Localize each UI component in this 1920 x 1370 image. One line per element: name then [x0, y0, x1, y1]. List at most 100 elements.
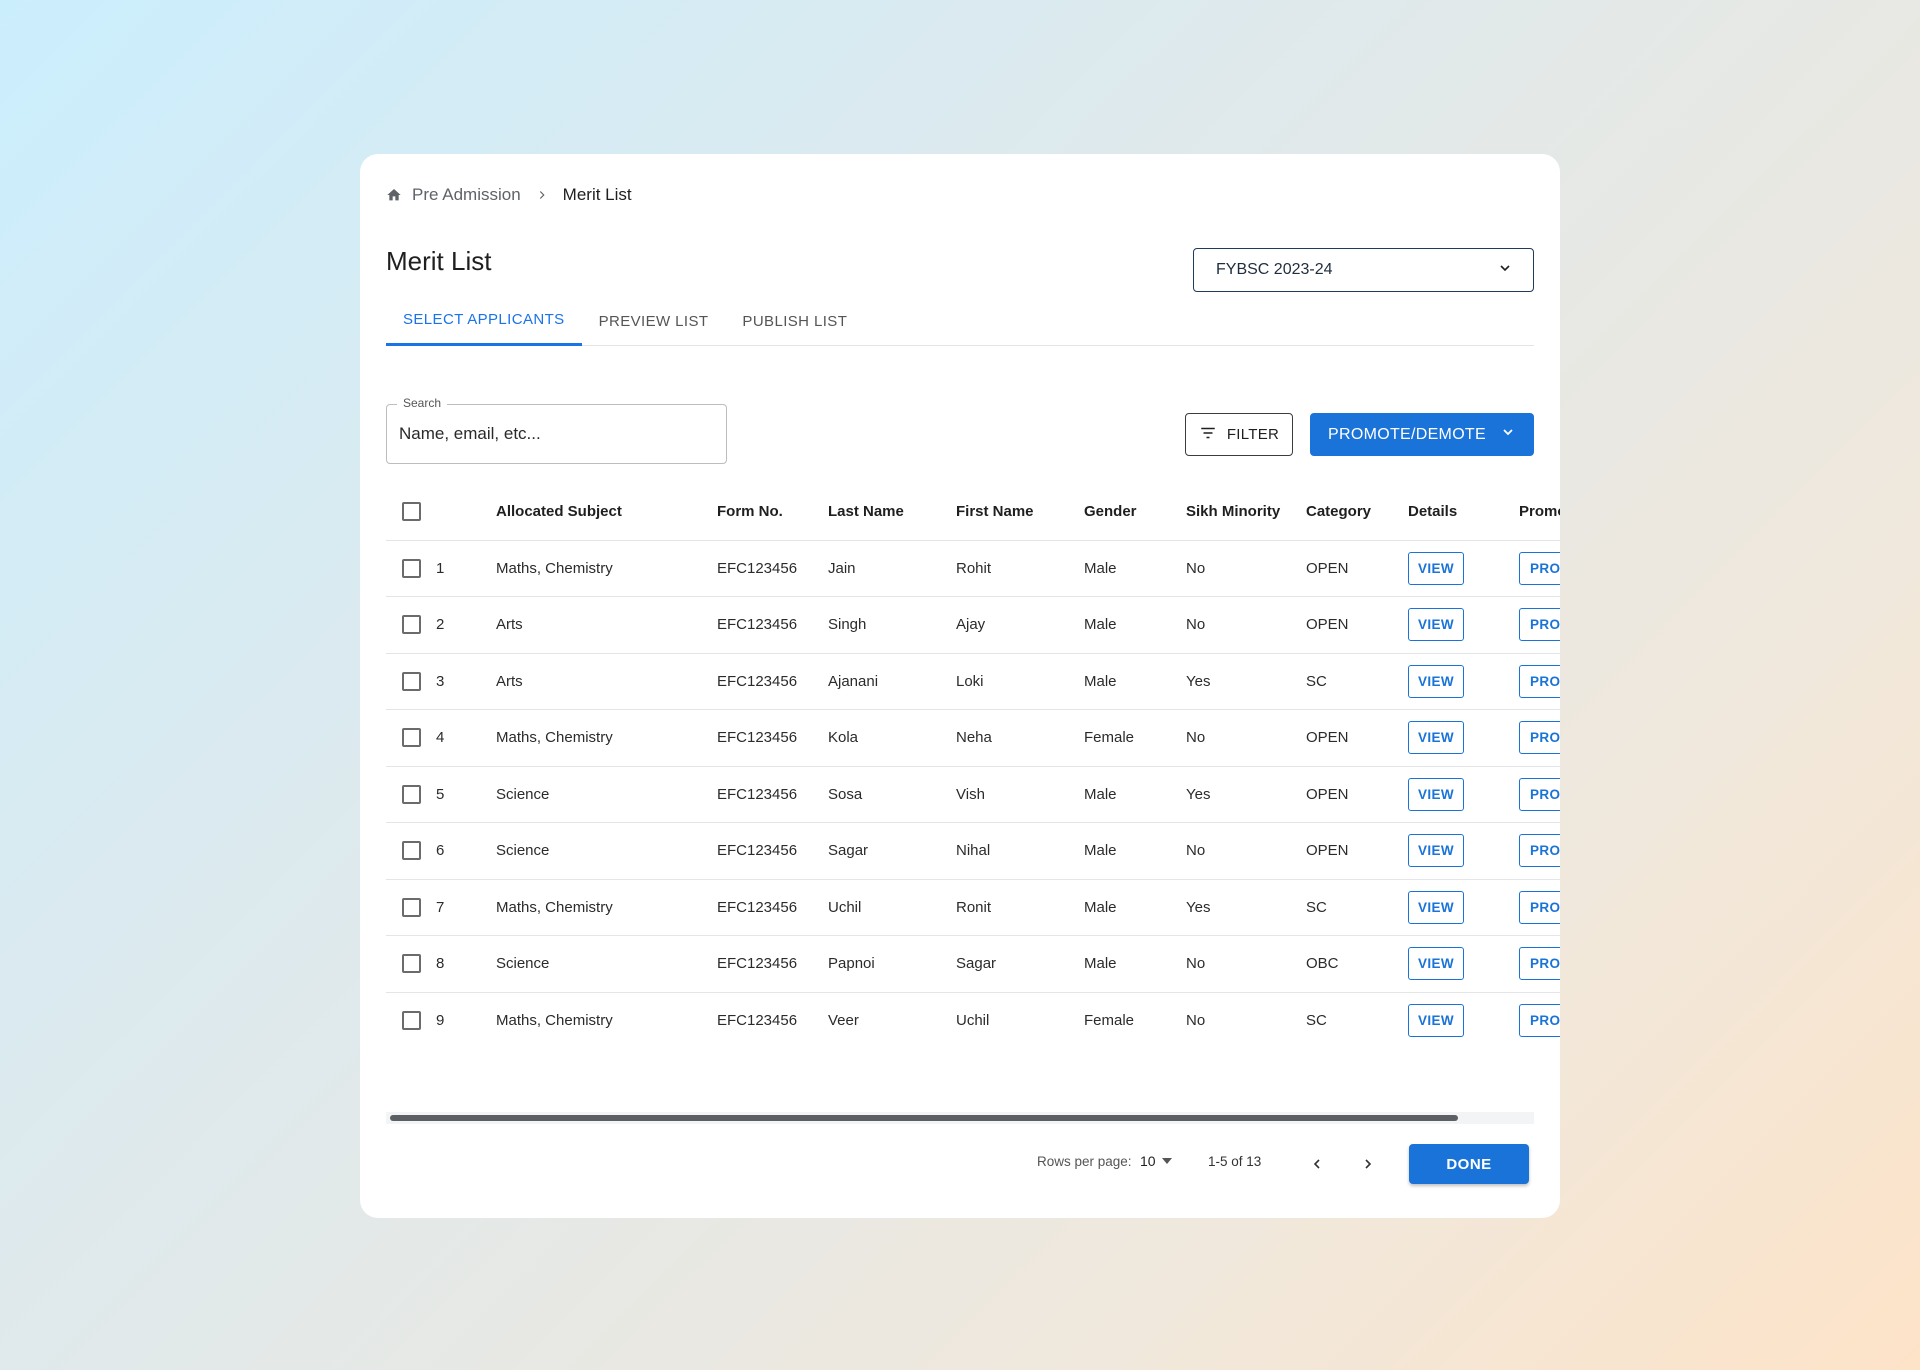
cell-allocated-subject: Arts	[496, 652, 717, 710]
pagination: Rows per page: 10 1-5 of 13 DONE	[360, 1144, 1560, 1184]
row-checkbox[interactable]	[402, 671, 421, 691]
cell-row-number: 8	[436, 935, 496, 992]
row-checkbox[interactable]	[402, 615, 421, 635]
header-category[interactable]: Category	[1306, 483, 1408, 540]
row-checkbox[interactable]	[402, 954, 421, 974]
row-checkbox[interactable]	[402, 1010, 421, 1030]
done-button[interactable]: DONE	[1409, 1144, 1529, 1184]
cell-sikh-minority: No	[1186, 991, 1306, 1043]
table-row[interactable]: 7 Maths, Chemistry EFC123456 Uchil Ronit Male…	[386, 878, 1560, 936]
header-sikh-minority[interactable]: Sikh Minority	[1186, 483, 1306, 540]
cell-sikh-minority: No	[1186, 822, 1306, 879]
search-input[interactable]	[399, 421, 709, 447]
table-row[interactable]: 1 Maths, Chemistry EFC123456 Jain Rohit Male N…	[386, 539, 1560, 597]
cell-category: OPEN	[1306, 709, 1408, 766]
cell-sikh-minority: No	[1186, 539, 1306, 597]
cell-first-name: Neha	[956, 709, 1084, 766]
view-details-button[interactable]: VIEW	[1408, 777, 1464, 811]
promote-button[interactable]: PROMOTE	[1519, 890, 1560, 924]
year-select[interactable]: FYBSC 2023-24	[1193, 248, 1534, 292]
view-details-button[interactable]: VIEW	[1408, 834, 1464, 868]
cell-gender: Female	[1084, 991, 1186, 1043]
promote-demote-label: PROMOTE/DEMOTE	[1328, 425, 1486, 443]
cell-last-name: Sosa	[828, 765, 956, 823]
view-details-button[interactable]: VIEW	[1408, 721, 1464, 755]
scrollbar-thumb[interactable]	[390, 1115, 1458, 1121]
view-details-button[interactable]: VIEW	[1408, 608, 1464, 642]
cell-last-name: Uchil	[828, 878, 956, 936]
previous-page-button[interactable]	[1305, 1152, 1329, 1176]
cell-row-number: 4	[436, 709, 496, 766]
row-checkbox[interactable]	[402, 784, 421, 804]
cell-last-name: Ajanani	[828, 652, 956, 710]
merit-list-card: Pre Admission Merit List Merit List FYBS…	[360, 154, 1560, 1218]
row-checkbox[interactable]	[402, 897, 421, 917]
row-checkbox[interactable]	[402, 558, 421, 578]
cell-last-name: Singh	[828, 596, 956, 653]
table-row[interactable]: 8 Science EFC123456 Papnoi Sagar Male No OBC VIE…	[386, 935, 1560, 992]
cell-sikh-minority: Yes	[1186, 652, 1306, 710]
cell-last-name: Sagar	[828, 822, 956, 879]
promote-button[interactable]: PROMOTE	[1519, 947, 1560, 981]
table-row[interactable]: 9 Maths, Chemistry EFC123456 Veer Uchil Femal…	[386, 991, 1560, 1043]
table-row[interactable]: 6 Science EFC123456 Sagar Nihal Male No OPEN VIE…	[386, 822, 1560, 879]
cell-allocated-subject: Maths, Chemistry	[496, 878, 717, 936]
header-promote: Promo	[1519, 502, 1560, 520]
header-last-name[interactable]: Last Name	[828, 483, 956, 540]
promote-button[interactable]: PROMOTE	[1519, 608, 1560, 642]
cell-row-number: 3	[436, 652, 496, 710]
cell-allocated-subject: Science	[496, 935, 717, 992]
header-gender[interactable]: Gender	[1084, 483, 1186, 540]
table-row[interactable]: 4 Maths, Chemistry EFC123456 Kola Neha Female…	[386, 709, 1560, 766]
filter-button[interactable]: FILTER	[1185, 413, 1293, 456]
cell-row-number: 7	[436, 878, 496, 936]
select-all-checkbox[interactable]	[402, 501, 421, 521]
cell-first-name: Ajay	[956, 596, 1084, 653]
breadcrumb-parent[interactable]: Pre Admission	[412, 185, 521, 205]
cell-category: OPEN	[1306, 539, 1408, 597]
cell-gender: Male	[1084, 822, 1186, 879]
table-row[interactable]: 3 Arts EFC123456 Ajanani Loki Male Yes SC VIEW PR…	[386, 652, 1560, 710]
home-icon[interactable]	[386, 187, 402, 203]
promote-button[interactable]: PROMOTE	[1519, 1003, 1560, 1037]
cell-allocated-subject: Science	[496, 822, 717, 879]
cell-sikh-minority: Yes	[1186, 878, 1306, 936]
cell-allocated-subject: Arts	[496, 596, 717, 653]
table-row[interactable]: 5 Science EFC123456 Sosa Vish Male Yes OPEN VIEW…	[386, 765, 1560, 823]
view-details-button[interactable]: VIEW	[1408, 947, 1464, 981]
horizontal-scrollbar[interactable]	[386, 1112, 1534, 1124]
promote-button[interactable]: PROMOTE	[1519, 834, 1560, 868]
promote-button[interactable]: PROMOTE	[1519, 664, 1560, 698]
header-allocated-subject[interactable]: Allocated Subject	[496, 483, 717, 540]
view-details-button[interactable]: VIEW	[1408, 890, 1464, 924]
cell-form-no: EFC123456	[717, 935, 828, 992]
next-page-button[interactable]	[1356, 1152, 1380, 1176]
cell-form-no: EFC123456	[717, 596, 828, 653]
cell-row-number: 6	[436, 822, 496, 879]
header-first-name[interactable]: First Name	[956, 483, 1084, 540]
view-details-button[interactable]: VIEW	[1408, 551, 1464, 585]
tab-select-applicants[interactable]: SELECT APPLICANTS	[386, 296, 582, 346]
rows-per-page-select[interactable]: 10	[1140, 1153, 1172, 1169]
promote-button[interactable]: PROMOTE	[1519, 551, 1560, 585]
filter-icon	[1199, 424, 1217, 446]
tab-preview-list[interactable]: PREVIEW LIST	[582, 296, 726, 346]
row-checkbox[interactable]	[402, 841, 421, 861]
row-checkbox[interactable]	[402, 728, 421, 748]
caret-down-icon	[1161, 1153, 1172, 1169]
table-row[interactable]: 2 Arts EFC123456 Singh Ajay Male No OPEN VIEW PRO…	[386, 596, 1560, 653]
year-select-value: FYBSC 2023-24	[1216, 261, 1333, 278]
cell-allocated-subject: Maths, Chemistry	[496, 709, 717, 766]
tab-publish-list[interactable]: PUBLISH LIST	[725, 296, 864, 346]
promote-button[interactable]: PROMOTE	[1519, 777, 1560, 811]
cell-category: OPEN	[1306, 765, 1408, 823]
promote-demote-button[interactable]: PROMOTE/DEMOTE	[1310, 413, 1534, 456]
promote-button[interactable]: PROMOTE	[1519, 721, 1560, 755]
applicants-table: Allocated Subject Form No. Last Name Fir…	[386, 483, 1560, 1043]
cell-row-number: 2	[436, 596, 496, 653]
view-details-button[interactable]: VIEW	[1408, 1003, 1464, 1037]
header-form-no[interactable]: Form No.	[717, 483, 828, 540]
cell-form-no: EFC123456	[717, 652, 828, 710]
breadcrumb: Pre Admission Merit List	[386, 180, 632, 210]
view-details-button[interactable]: VIEW	[1408, 664, 1464, 698]
